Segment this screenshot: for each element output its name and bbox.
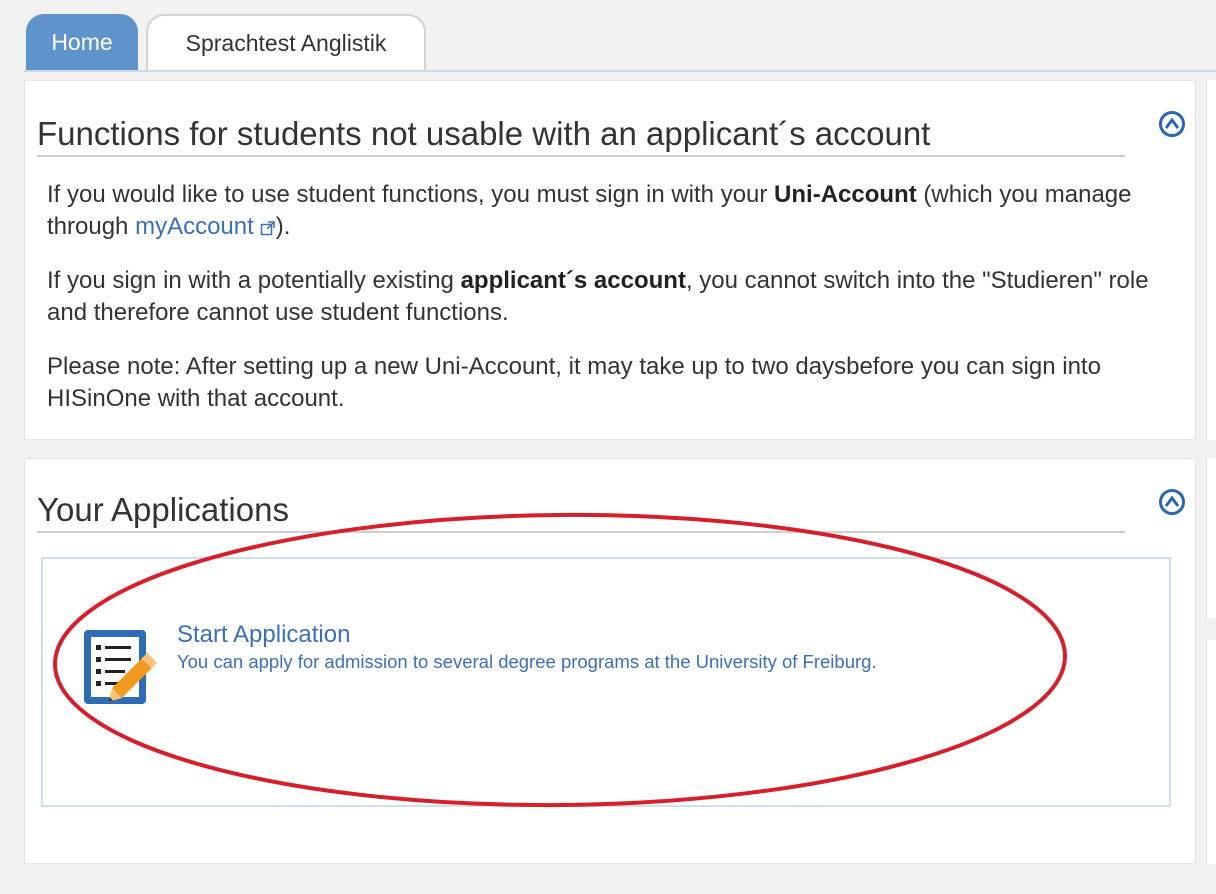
chevron-up-icon <box>1165 496 1179 507</box>
uni-account-text: Uni-Account <box>774 181 917 208</box>
notice-panel: Functions for students not usable with a… <box>24 80 1196 440</box>
title-divider <box>37 531 1125 533</box>
external-link-icon[interactable] <box>260 220 276 236</box>
tab-home[interactable]: Home <box>26 14 138 70</box>
collapse-notice-button[interactable] <box>1159 111 1185 137</box>
notice-paragraph-2: If you sign in with a potentially existi… <box>47 267 1149 326</box>
chevron-up-icon <box>1165 118 1179 129</box>
applications-panel-title: Your Applications <box>37 491 289 528</box>
right-column-panel <box>1206 640 1216 864</box>
applications-panel: Your Applications Start Application You … <box>24 458 1196 864</box>
tab-sprachtest-anglistik[interactable]: Sprachtest Anglistik <box>146 14 426 70</box>
start-application-description[interactable]: You can apply for admission to several d… <box>177 651 877 673</box>
right-column-panel <box>1206 458 1216 618</box>
tab-underline <box>24 70 1216 72</box>
notice-paragraph-3: Please note: After setting up a new Uni-… <box>47 353 1101 412</box>
applicant-account-text: applicant´s account <box>460 267 686 294</box>
start-application-card: Start Application You can apply for admi… <box>41 557 1171 807</box>
notice-panel-title: Functions for students not usable with a… <box>37 115 931 152</box>
clipboard-pencil-icon[interactable] <box>81 627 163 711</box>
right-column-panel <box>1206 80 1216 440</box>
notice-paragraph-1: If you would like to use student functio… <box>47 181 1132 240</box>
title-divider <box>37 155 1125 157</box>
tab-bar: Home Sprachtest Anglistik <box>0 0 1216 72</box>
myaccount-link[interactable]: myAccount <box>135 213 254 240</box>
start-application-link[interactable]: Start Application <box>177 621 350 649</box>
collapse-applications-button[interactable] <box>1159 489 1185 515</box>
